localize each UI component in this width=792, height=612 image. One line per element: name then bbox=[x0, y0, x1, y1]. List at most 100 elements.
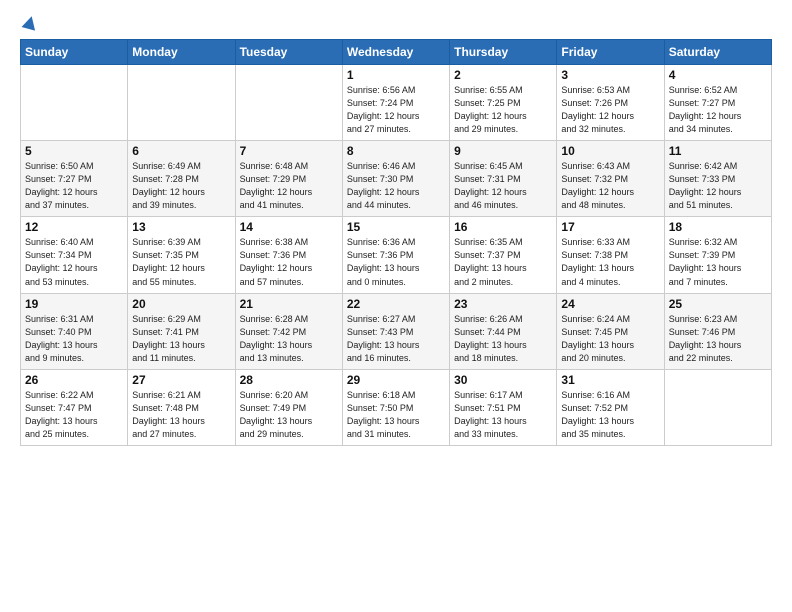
logo-triangle-icon bbox=[22, 14, 39, 30]
day-of-week-header: Wednesday bbox=[342, 40, 449, 65]
day-number: 25 bbox=[669, 297, 767, 311]
day-number: 30 bbox=[454, 373, 552, 387]
day-number: 3 bbox=[561, 68, 659, 82]
day-number: 26 bbox=[25, 373, 123, 387]
calendar-cell: 4 Sunrise: 6:52 AM Sunset: 7:27 PM Daylig… bbox=[664, 65, 771, 141]
calendar-cell bbox=[235, 65, 342, 141]
day-info: Sunrise: 6:35 AM Sunset: 7:37 PM Dayligh… bbox=[454, 236, 552, 288]
day-number: 18 bbox=[669, 220, 767, 234]
day-info: Sunrise: 6:26 AM Sunset: 7:44 PM Dayligh… bbox=[454, 313, 552, 365]
calendar-cell: 3 Sunrise: 6:53 AM Sunset: 7:26 PM Daylig… bbox=[557, 65, 664, 141]
calendar-cell: 24Sunrise: 6:24 AM Sunset: 7:45 PM Dayli… bbox=[557, 293, 664, 369]
calendar-cell: 27Sunrise: 6:21 AM Sunset: 7:48 PM Dayli… bbox=[128, 369, 235, 445]
day-info: Sunrise: 6:48 AM Sunset: 7:29 PM Dayligh… bbox=[240, 160, 338, 212]
day-number: 2 bbox=[454, 68, 552, 82]
calendar-cell: 12 Sunrise: 6:40 AM Sunset: 7:34 PM Dayli… bbox=[21, 217, 128, 293]
day-info: Sunrise: 6:27 AM Sunset: 7:43 PM Dayligh… bbox=[347, 313, 445, 365]
day-number: 20 bbox=[132, 297, 230, 311]
day-number: 4 bbox=[669, 68, 767, 82]
day-number: 1 bbox=[347, 68, 445, 82]
calendar-cell: 14 Sunrise: 6:38 AM Sunset: 7:36 PM Dayli… bbox=[235, 217, 342, 293]
day-info: Sunrise: 6:46 AM Sunset: 7:30 PM Dayligh… bbox=[347, 160, 445, 212]
calendar-cell bbox=[128, 65, 235, 141]
calendar-cell: 28 Sunrise: 6:20 AM Sunset: 7:49 PM Dayli… bbox=[235, 369, 342, 445]
day-number: 23 bbox=[454, 297, 552, 311]
day-info: Sunrise: 6:36 AM Sunset: 7:36 PM Dayligh… bbox=[347, 236, 445, 288]
calendar-table: SundayMondayTuesdayWednesdayThursdayFrid… bbox=[20, 39, 772, 446]
calendar-cell: 18 Sunrise: 6:32 AM Sunset: 7:39 PM Dayli… bbox=[664, 217, 771, 293]
day-info: Sunrise: 6:17 AM Sunset: 7:51 PM Dayligh… bbox=[454, 389, 552, 441]
calendar-cell: 23 Sunrise: 6:26 AM Sunset: 7:44 PM Dayli… bbox=[450, 293, 557, 369]
day-number: 5 bbox=[25, 144, 123, 158]
day-info: Sunrise: 6:31 AM Sunset: 7:40 PM Dayligh… bbox=[25, 313, 123, 365]
calendar-cell: 25 Sunrise: 6:23 AM Sunset: 7:46 PM Dayli… bbox=[664, 293, 771, 369]
day-number: 8 bbox=[347, 144, 445, 158]
day-number: 29 bbox=[347, 373, 445, 387]
calendar-cell: 7 Sunrise: 6:48 AM Sunset: 7:29 PM Daylig… bbox=[235, 141, 342, 217]
calendar-cell: 19 Sunrise: 6:31 AM Sunset: 7:40 PM Dayli… bbox=[21, 293, 128, 369]
calendar-cell: 13 Sunrise: 6:39 AM Sunset: 7:35 PM Dayli… bbox=[128, 217, 235, 293]
day-of-week-header: Tuesday bbox=[235, 40, 342, 65]
day-number: 13 bbox=[132, 220, 230, 234]
day-info: Sunrise: 6:32 AM Sunset: 7:39 PM Dayligh… bbox=[669, 236, 767, 288]
day-info: Sunrise: 6:21 AM Sunset: 7:48 PM Dayligh… bbox=[132, 389, 230, 441]
day-info: Sunrise: 6:33 AM Sunset: 7:38 PM Dayligh… bbox=[561, 236, 659, 288]
calendar-cell: 30 Sunrise: 6:17 AM Sunset: 7:51 PM Dayli… bbox=[450, 369, 557, 445]
day-number: 28 bbox=[240, 373, 338, 387]
day-number: 22 bbox=[347, 297, 445, 311]
day-info: Sunrise: 6:18 AM Sunset: 7:50 PM Dayligh… bbox=[347, 389, 445, 441]
page-header bbox=[20, 16, 772, 31]
day-info: Sunrise: 6:38 AM Sunset: 7:36 PM Dayligh… bbox=[240, 236, 338, 288]
calendar-cell: 15 Sunrise: 6:36 AM Sunset: 7:36 PM Dayli… bbox=[342, 217, 449, 293]
day-info: Sunrise: 6:20 AM Sunset: 7:49 PM Dayligh… bbox=[240, 389, 338, 441]
calendar-cell: 29 Sunrise: 6:18 AM Sunset: 7:50 PM Dayli… bbox=[342, 369, 449, 445]
calendar-cell: 31 Sunrise: 6:16 AM Sunset: 7:52 PM Dayli… bbox=[557, 369, 664, 445]
calendar-cell: 1 Sunrise: 6:56 AM Sunset: 7:24 PM Daylig… bbox=[342, 65, 449, 141]
day-number: 12 bbox=[25, 220, 123, 234]
day-info: Sunrise: 6:45 AM Sunset: 7:31 PM Dayligh… bbox=[454, 160, 552, 212]
day-info: Sunrise: 6:29 AM Sunset: 7:41 PM Dayligh… bbox=[132, 313, 230, 365]
calendar-cell bbox=[664, 369, 771, 445]
calendar-cell: 17 Sunrise: 6:33 AM Sunset: 7:38 PM Dayli… bbox=[557, 217, 664, 293]
calendar-cell: 16 Sunrise: 6:35 AM Sunset: 7:37 PM Dayli… bbox=[450, 217, 557, 293]
day-number: 17 bbox=[561, 220, 659, 234]
day-number: 9 bbox=[454, 144, 552, 158]
day-info: Sunrise: 6:56 AM Sunset: 7:24 PM Dayligh… bbox=[347, 84, 445, 136]
day-info: Sunrise: 6:42 AM Sunset: 7:33 PM Dayligh… bbox=[669, 160, 767, 212]
calendar-cell: 26 Sunrise: 6:22 AM Sunset: 7:47 PM Dayli… bbox=[21, 369, 128, 445]
day-info: Sunrise: 6:43 AM Sunset: 7:32 PM Dayligh… bbox=[561, 160, 659, 212]
day-info: Sunrise: 6:39 AM Sunset: 7:35 PM Dayligh… bbox=[132, 236, 230, 288]
day-of-week-header: Friday bbox=[557, 40, 664, 65]
day-of-week-header: Monday bbox=[128, 40, 235, 65]
day-number: 19 bbox=[25, 297, 123, 311]
day-info: Sunrise: 6:52 AM Sunset: 7:27 PM Dayligh… bbox=[669, 84, 767, 136]
calendar-cell: 5 Sunrise: 6:50 AM Sunset: 7:27 PM Daylig… bbox=[21, 141, 128, 217]
calendar-cell: 11 Sunrise: 6:42 AM Sunset: 7:33 PM Dayli… bbox=[664, 141, 771, 217]
calendar-cell: 8 Sunrise: 6:46 AM Sunset: 7:30 PM Daylig… bbox=[342, 141, 449, 217]
day-of-week-header: Thursday bbox=[450, 40, 557, 65]
day-number: 16 bbox=[454, 220, 552, 234]
day-info: Sunrise: 6:40 AM Sunset: 7:34 PM Dayligh… bbox=[25, 236, 123, 288]
day-of-week-header: Sunday bbox=[21, 40, 128, 65]
calendar-cell: 21Sunrise: 6:28 AM Sunset: 7:42 PM Dayli… bbox=[235, 293, 342, 369]
day-info: Sunrise: 6:23 AM Sunset: 7:46 PM Dayligh… bbox=[669, 313, 767, 365]
calendar-cell: 10 Sunrise: 6:43 AM Sunset: 7:32 PM Dayli… bbox=[557, 141, 664, 217]
day-info: Sunrise: 6:50 AM Sunset: 7:27 PM Dayligh… bbox=[25, 160, 123, 212]
calendar-cell bbox=[21, 65, 128, 141]
calendar-cell: 9 Sunrise: 6:45 AM Sunset: 7:31 PM Daylig… bbox=[450, 141, 557, 217]
day-number: 14 bbox=[240, 220, 338, 234]
day-of-week-header: Saturday bbox=[664, 40, 771, 65]
calendar-cell: 22 Sunrise: 6:27 AM Sunset: 7:43 PM Dayli… bbox=[342, 293, 449, 369]
day-info: Sunrise: 6:22 AM Sunset: 7:47 PM Dayligh… bbox=[25, 389, 123, 441]
day-info: Sunrise: 6:16 AM Sunset: 7:52 PM Dayligh… bbox=[561, 389, 659, 441]
day-number: 11 bbox=[669, 144, 767, 158]
day-number: 15 bbox=[347, 220, 445, 234]
logo bbox=[20, 16, 37, 31]
day-number: 10 bbox=[561, 144, 659, 158]
day-number: 6 bbox=[132, 144, 230, 158]
day-number: 7 bbox=[240, 144, 338, 158]
day-info: Sunrise: 6:53 AM Sunset: 7:26 PM Dayligh… bbox=[561, 84, 659, 136]
day-number: 31 bbox=[561, 373, 659, 387]
day-number: 24 bbox=[561, 297, 659, 311]
day-info: Sunrise: 6:49 AM Sunset: 7:28 PM Dayligh… bbox=[132, 160, 230, 212]
